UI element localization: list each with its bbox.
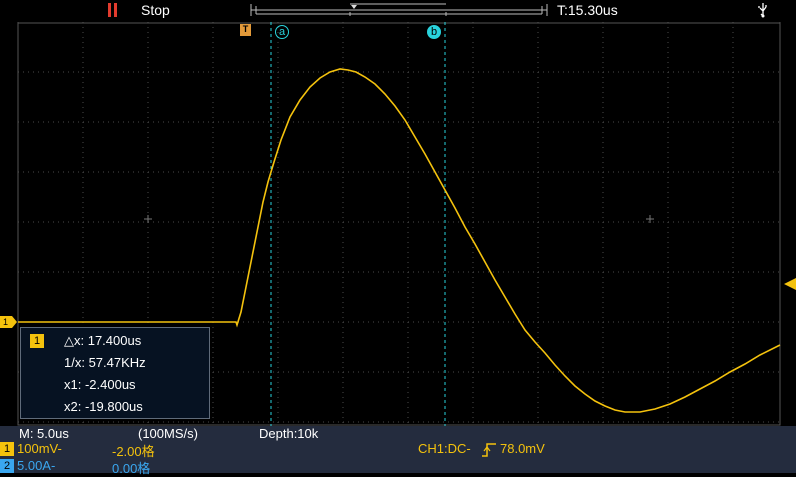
ch2-scale[interactable]: 5.00A- [17,458,55,473]
ch1-scale[interactable]: 100mV- [17,441,62,456]
trigger-marker-icon[interactable]: T [240,24,251,36]
delta-x: △x: 17.400us [64,333,142,348]
cursor-measurement-panel: 1 △x: 17.400us 1/x: 57.47KHz x1: -2.400u… [20,327,210,419]
usb-icon [758,3,767,18]
timebase[interactable]: M: 5.0us [19,426,69,441]
time-position: T:15.30us [557,2,618,18]
status-bar: Stop T:15.30us [0,0,796,22]
measure-channel-badge: 1 [30,334,44,348]
info-bar: M: 5.0us (100MS/s) Depth:10k 1 100mV- -2… [0,426,796,476]
run-status[interactable]: Stop [141,2,170,18]
trigger-level[interactable]: 78.0mV [500,441,545,456]
ch1-number-badge[interactable]: 1 [0,442,14,456]
trigger-source[interactable]: CH1:DC- [418,441,471,456]
waveform-display[interactable]: 1 T a b 1 △x: 17.400us 1/x: 57.47KHz x1:… [0,22,796,426]
rising-edge-icon [482,443,496,457]
cursor-x2: x2: -19.800us [64,399,143,414]
cursor-b-tag[interactable]: b [427,25,441,39]
sample-rate: (100MS/s) [138,426,198,441]
ch2-number-badge[interactable]: 2 [0,459,14,473]
cursor-x1: x1: -2.400us [64,377,136,392]
inverse-delta-x: 1/x: 57.47KHz [64,355,146,370]
ch2-offset[interactable]: 0.00格 [112,458,150,477]
run-stop-icon[interactable] [107,3,119,17]
memory-depth[interactable]: Depth:10k [259,426,318,441]
memory-position-bar[interactable] [250,3,548,17]
cursor-a-tag[interactable]: a [275,25,289,39]
ch1-ground-label: 1 [3,317,8,327]
